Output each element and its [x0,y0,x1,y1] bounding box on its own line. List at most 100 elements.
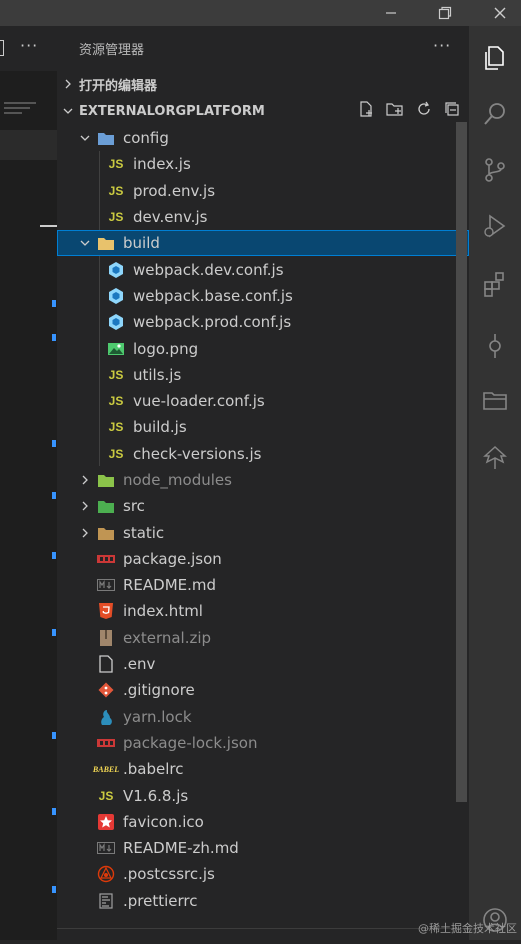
tree-file-build-js[interactable]: JS build.js [57,414,469,440]
js-file-icon: JS [98,788,114,803]
node-modules-folder-icon [97,471,115,489]
tree-file--babelrc[interactable]: BABEL .babelrc [57,756,469,782]
tree-item-label: .gitignore [123,681,195,700]
refresh-icon[interactable] [415,100,433,122]
outline-section[interactable] [57,928,469,941]
explorer-header-actions [357,98,461,124]
tree-file-dev-env-js[interactable]: JS dev.env.js [57,204,469,230]
gitlens-icon[interactable] [469,434,521,482]
change-marker [52,732,56,739]
tree-file-webpack-dev-conf-js[interactable]: webpack.dev.conf.js [57,256,469,282]
tree-item-label: external.zip [123,628,212,647]
tree-folder-build[interactable]: build [57,230,469,257]
editor-cursor-line [40,225,57,227]
editor-more-actions-button[interactable]: ··· [20,36,38,55]
tree-file-prod-env-js[interactable]: JS prod.env.js [57,178,469,204]
watermark-text: @稀土掘金技术社区 [418,922,517,935]
change-marker [52,334,56,341]
project-section[interactable]: EXTERNALORGPLATFORM [57,98,469,124]
new-file-icon[interactable] [357,100,375,122]
image-file-icon [107,340,125,358]
tree-file-package-json[interactable]: package.json [57,546,469,572]
tree-folder-node-modules[interactable]: node_modules [57,467,469,493]
tree-file-v1-6-8-js[interactable]: JS V1.6.8.js [57,782,469,808]
js-file-icon: JS [108,367,124,382]
npm-file-icon [97,550,115,568]
config-folder-icon [97,129,115,147]
tree-file-favicon-ico[interactable]: favicon.ico [57,809,469,835]
tree-item-label: logo.png [133,339,199,358]
collapse-all-icon[interactable] [443,100,461,122]
tree-item-label: vue-loader.conf.js [133,392,265,411]
markdown-file-icon [97,576,115,594]
chevron-down-icon [77,130,93,146]
tree-file-readme-md[interactable]: README.md [57,572,469,598]
tree-folder-static[interactable]: static [57,519,469,545]
tree-file-index-js[interactable]: JS index.js [57,151,469,177]
tree-file-utils-js[interactable]: JS utils.js [57,362,469,388]
tree-file-logo-png[interactable]: logo.png [57,335,469,361]
editor-tab-bar: ··· [0,26,57,71]
prettier-file-icon [97,892,115,910]
explorer-more-actions-button[interactable]: ··· [433,36,451,55]
chevron-right-icon [77,472,93,488]
build-folder-icon [97,234,115,252]
tree-item-label: package.json [123,549,222,568]
tree-file-package-lock-json[interactable]: package-lock.json [57,730,469,756]
search-icon[interactable] [469,90,521,138]
tree-file--postcssrc-js[interactable]: .postcssrc.js [57,861,469,887]
tree-item-label: build.js [133,418,187,437]
tree-file-external-zip[interactable]: external.zip [57,625,469,651]
remote-explorer-icon[interactable] [469,376,521,424]
tree-file-webpack-prod-conf-js[interactable]: webpack.prod.conf.js [57,309,469,335]
split-editor-icon[interactable] [0,40,4,56]
change-marker [52,629,56,636]
tree-item-label: package-lock.json [123,733,258,752]
tree-item-label: .env [123,655,156,674]
explorer-scrollbar[interactable] [456,122,467,802]
tree-file--gitignore[interactable]: .gitignore [57,677,469,703]
tree-item-label: prod.env.js [133,181,216,200]
tree-folder-src[interactable]: src [57,493,469,519]
js-file-icon: JS [108,446,124,461]
tree-file-webpack-base-conf-js[interactable]: webpack.base.conf.js [57,283,469,309]
explorer-title: 资源管理器 [79,43,145,58]
editor-area[interactable]: ··· [0,26,57,940]
explorer-icon[interactable] [469,34,521,82]
explorer-panel: 资源管理器 ··· 打开的编辑器 EXTERNALORGPLATFORM con… [57,26,469,940]
minimize-icon[interactable] [371,0,411,26]
tree-file--prettierrc[interactable]: .prettierrc [57,888,469,914]
tree-item-label: V1.6.8.js [123,786,189,805]
tree-file-yarn-lock[interactable]: yarn.lock [57,704,469,730]
tree-item-label: src [123,497,145,516]
source-control-icon[interactable] [469,146,521,194]
tree-file-readme-zh-md[interactable]: README-zh.md [57,835,469,861]
open-editors-section[interactable]: 打开的编辑器 [57,71,469,97]
chevron-right-icon [77,525,93,541]
restore-icon[interactable] [425,0,465,26]
tree-item-label: README.md [123,576,217,595]
tree-file-index-html[interactable]: index.html [57,598,469,624]
tree-item-label: yarn.lock [123,707,192,726]
tree-file--env[interactable]: .env [57,651,469,677]
js-file-icon: JS [108,210,124,225]
webpack-icon [107,287,125,305]
close-icon[interactable] [480,0,520,26]
change-marker [52,492,56,499]
tree-folder-config[interactable]: config [57,125,469,151]
yarn-file-icon [97,708,115,726]
git-graph-icon[interactable] [469,322,521,370]
tree-file-vue-loader-conf-js[interactable]: JS vue-loader.conf.js [57,388,469,414]
tree-file-check-versions-js[interactable]: JS check-versions.js [57,441,469,467]
chevron-right-icon [77,498,93,514]
new-folder-icon[interactable] [385,100,405,122]
run-debug-icon[interactable] [469,202,521,250]
extensions-icon[interactable] [469,260,521,308]
